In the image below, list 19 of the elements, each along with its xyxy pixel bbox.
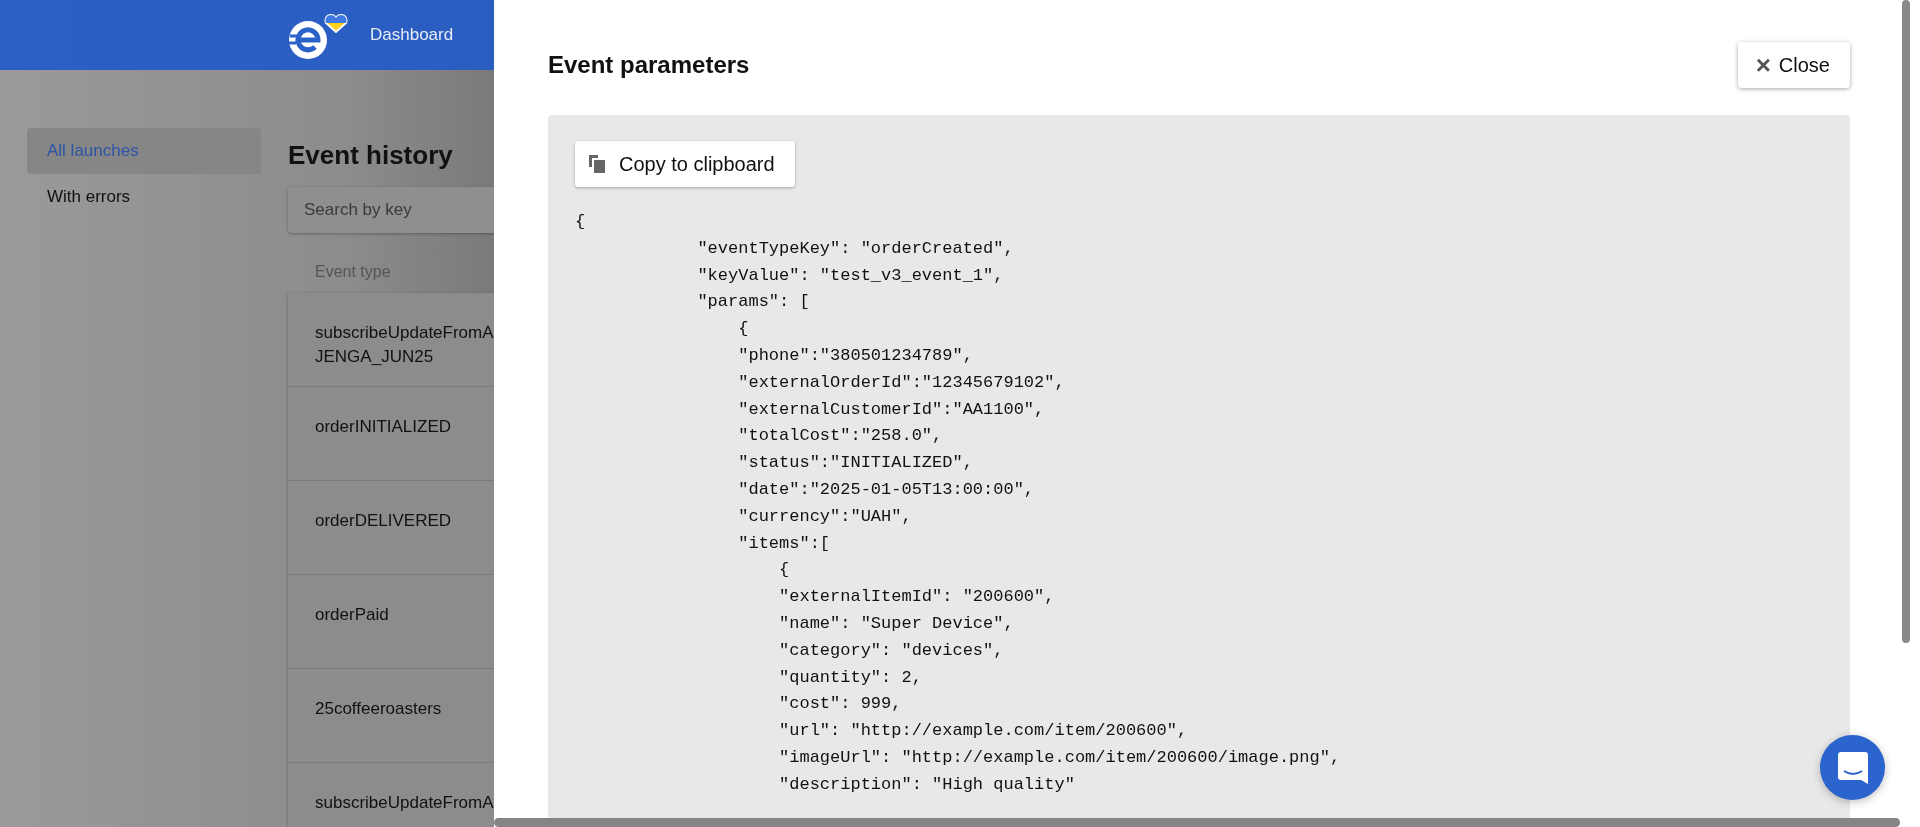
scrollbar[interactable] xyxy=(494,818,1900,827)
modal-title: Event parameters xyxy=(548,51,750,79)
event-type-text: subscribeUpdateFromA xyxy=(315,323,494,343)
event-type-text: orderDELIVERED xyxy=(315,511,453,531)
copy-icon xyxy=(589,155,605,173)
copy-button[interactable]: Copy to clipboard xyxy=(575,141,795,187)
event-type-text: 25coffeeroasters xyxy=(315,699,443,719)
close-button[interactable]: × Close xyxy=(1737,42,1850,88)
scrollbar[interactable] xyxy=(1902,0,1910,643)
page-title: Event history xyxy=(288,140,454,171)
search-field[interactable]: Search by key xyxy=(288,187,494,233)
event-type-text: subscribeUpdateFromA xyxy=(315,793,494,813)
event-type-text: orderPaid xyxy=(315,605,390,625)
nav-link[interactable]: Dashboard xyxy=(370,25,454,45)
sidebar-item[interactable]: With errors xyxy=(27,174,261,220)
chat-icon xyxy=(1837,751,1868,784)
json-code: { "eventTypeKey": "orderCreated", "keyValue": "test_v3_event_1", "params": [ { "phone":"380501234789", "externalOrderId":"12345679102", "externalCustomerId":"AA1100", "totalCost":"258.0", "status":"INITIALIZED", "date":"2025-01-05T13:00:00", "currency":"UAH", "items":[ { "externalItemId": "200600", "name": "Super Device", "category": "devices", "quantity": 2, "cost": 999, "url": "http://example.com/item/200600", "imageUrl": "http://example.com/item/200600/image.png", "description": "High quality" xyxy=(575,211,1342,796)
event-type-text: JENGA_JUN25 xyxy=(315,347,435,367)
event-type-text: orderINITIALIZED xyxy=(315,417,453,437)
